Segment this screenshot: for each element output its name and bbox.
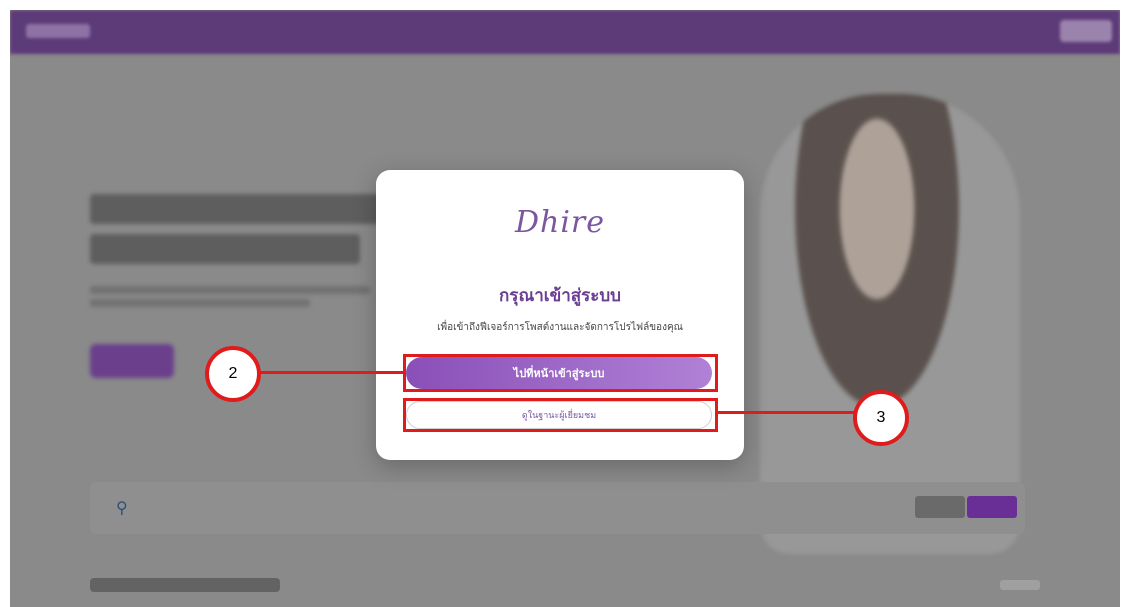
callout-connector-2 bbox=[258, 371, 405, 374]
search-icon: ⚲ bbox=[116, 498, 128, 517]
nav-logo bbox=[26, 24, 90, 38]
callout-connector-3 bbox=[716, 411, 856, 414]
hero-cta-button bbox=[90, 344, 174, 378]
hero-text-line-2 bbox=[90, 299, 310, 307]
callout-number-2: 2 bbox=[205, 346, 261, 402]
hero-text-line-1 bbox=[90, 286, 370, 294]
nav-account-button bbox=[1060, 20, 1112, 42]
section-more-link bbox=[1000, 580, 1040, 590]
highlight-guest-button bbox=[403, 398, 718, 432]
highlight-login-button bbox=[403, 354, 718, 392]
search-bar: ⚲ bbox=[90, 482, 1025, 534]
search-button bbox=[967, 496, 1017, 518]
hero-heading-line-2 bbox=[90, 234, 360, 264]
section-heading bbox=[90, 578, 280, 592]
brand-logo: Dhire bbox=[514, 205, 606, 240]
modal-title: กรุณาเข้าสู่ระบบ bbox=[499, 286, 621, 306]
modal-subtitle: เพื่อเข้าถึงฟีเจอร์การโพสต์งานและจัดการโ… bbox=[437, 322, 683, 333]
top-navigation-bar bbox=[10, 10, 1120, 54]
filter-button bbox=[915, 496, 965, 518]
hero-heading-line-1 bbox=[90, 194, 390, 224]
callout-number-3: 3 bbox=[853, 390, 909, 446]
